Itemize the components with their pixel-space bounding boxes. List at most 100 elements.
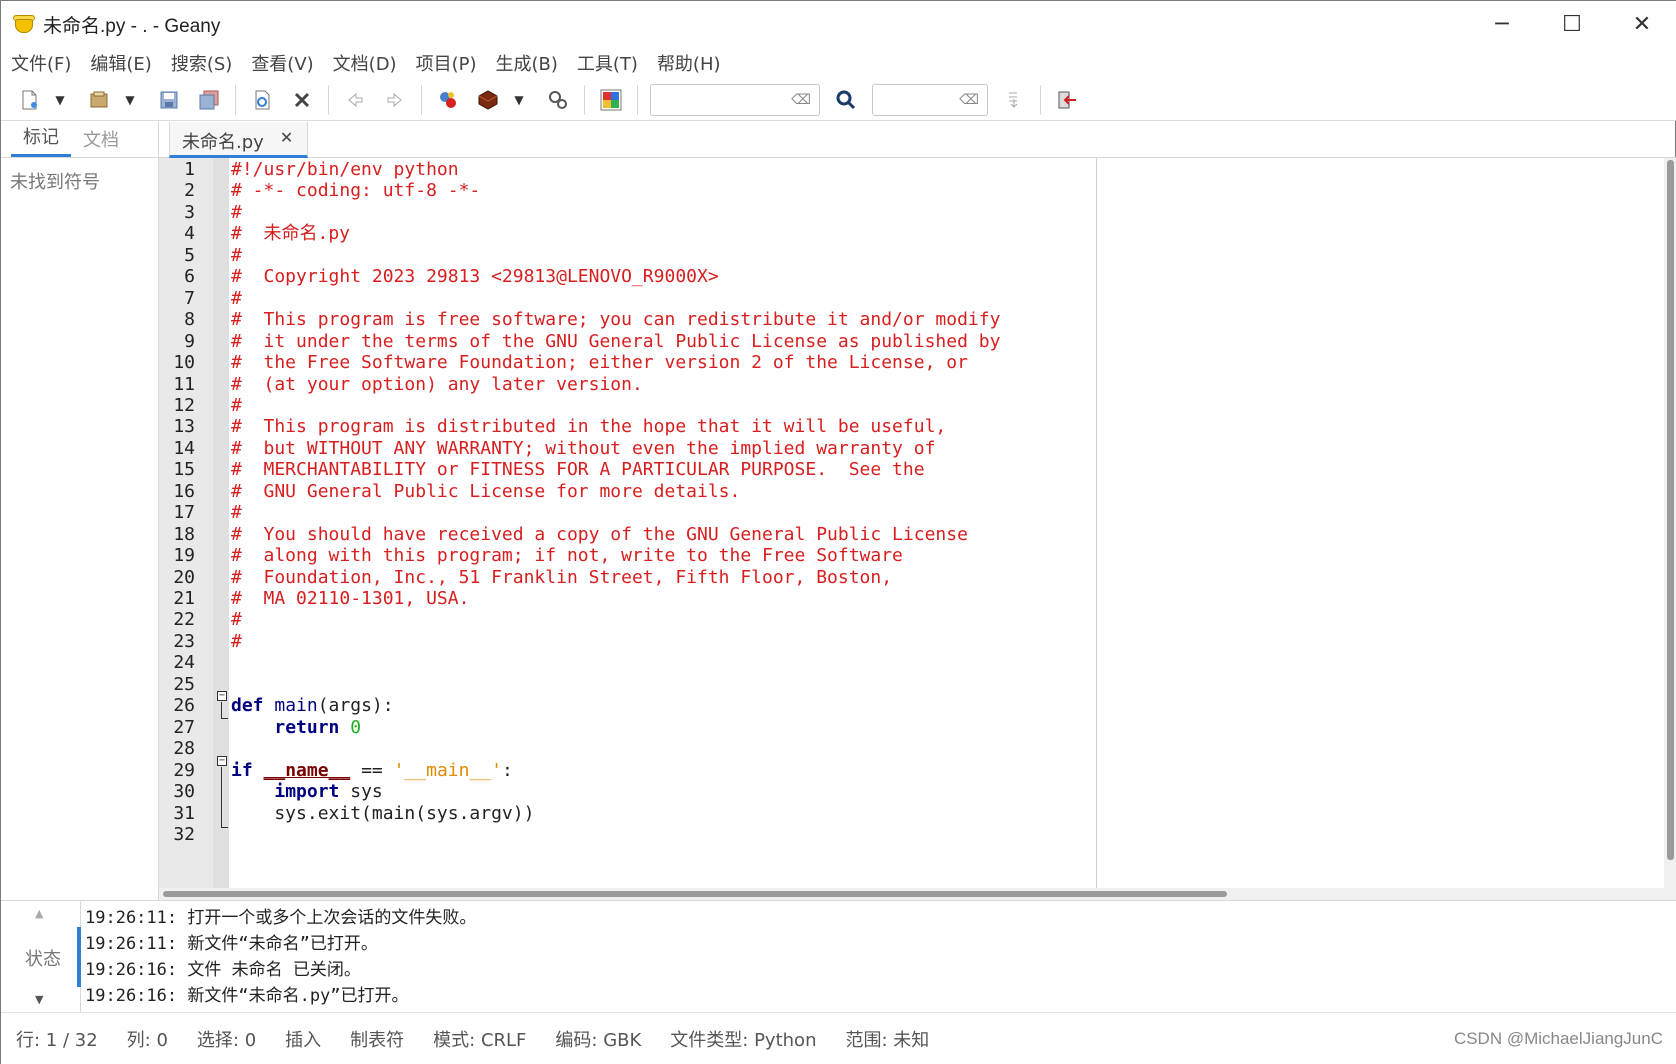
code-line: 21 # MA 02110-1301, USA. bbox=[159, 587, 1664, 610]
code-text: # (at your option) any later version. bbox=[231, 373, 643, 396]
vertical-scrollbar[interactable] bbox=[1664, 158, 1676, 888]
code-token: # This program is free software; you can… bbox=[231, 309, 1001, 331]
menu-edit[interactable]: 编辑(E) bbox=[80, 50, 160, 76]
code-token: # bbox=[231, 394, 242, 416]
run-icon[interactable] bbox=[538, 82, 578, 118]
status-selection: 选择: 0 bbox=[196, 1030, 257, 1051]
code-text: # MERCHANTABILITY or FITNESS FOR A PARTI… bbox=[231, 458, 925, 481]
geany-window: 未命名.py - . - Geany ─ ☐ ✕ 文件(F) 编辑(E) 搜索(… bbox=[0, 0, 1676, 1064]
menu-view[interactable]: 查看(V) bbox=[241, 50, 322, 76]
code-line: 30 import sys bbox=[159, 780, 1664, 803]
code-text: # You should have received a copy of the… bbox=[231, 523, 968, 546]
close-file-icon[interactable] bbox=[282, 82, 322, 118]
maximize-button[interactable]: ☐ bbox=[1537, 1, 1607, 47]
minimize-button[interactable]: ─ bbox=[1467, 1, 1537, 47]
code-token: # Foundation, Inc., 51 Franklin Street, … bbox=[231, 566, 893, 588]
code-token: # GNU General Public License for more de… bbox=[231, 480, 741, 502]
build-dropdown-icon[interactable]: ▼ bbox=[508, 82, 530, 118]
clear-search-icon[interactable]: ⌫ bbox=[791, 92, 811, 108]
line-number: 12 bbox=[173, 394, 195, 416]
horizontal-scroll-thumb[interactable] bbox=[163, 891, 1227, 897]
vertical-scroll-thumb[interactable] bbox=[1667, 160, 1674, 860]
code-line: 13 # This program is distributed in the h… bbox=[159, 415, 1664, 438]
build-icon[interactable] bbox=[468, 82, 508, 118]
code-token: # This program is distributed in the hop… bbox=[231, 416, 947, 438]
save-icon[interactable] bbox=[149, 82, 189, 118]
window-title: 未命名.py - . - Geany bbox=[43, 15, 221, 37]
forward-icon[interactable] bbox=[375, 82, 415, 118]
code-token: sys.exit(main(sys.argv)) bbox=[231, 802, 535, 824]
menu-search[interactable]: 搜索(S) bbox=[161, 50, 241, 76]
code-token: main bbox=[274, 695, 318, 717]
code-token: : bbox=[501, 759, 513, 781]
horizontal-scrollbar[interactable] bbox=[159, 888, 1676, 900]
jump-to-line-icon[interactable] bbox=[994, 82, 1034, 118]
open-file-icon[interactable] bbox=[79, 82, 119, 118]
save-all-icon[interactable] bbox=[189, 82, 229, 118]
code-text: # bbox=[231, 630, 242, 653]
fold-toggle-icon[interactable]: − bbox=[217, 756, 227, 766]
tab-documents[interactable]: 文档 bbox=[71, 126, 131, 157]
menu-tools[interactable]: 工具(T) bbox=[567, 50, 647, 76]
toolbar-separator bbox=[421, 84, 422, 115]
code-line: 6 # Copyright 2023 29813 <29813@LENOVO_R9… bbox=[159, 265, 1664, 288]
scroll-up-icon[interactable]: ▲ bbox=[35, 907, 43, 920]
line-number: 16 bbox=[173, 480, 195, 502]
code-text: # MA 02110-1301, USA. bbox=[231, 587, 469, 610]
goto-line-input[interactable]: ⌫ bbox=[872, 83, 988, 116]
open-file-dropdown-icon[interactable]: ▼ bbox=[119, 82, 141, 118]
menu-build[interactable]: 生成(B) bbox=[485, 50, 566, 76]
code-token: # it under the terms of the GNU General … bbox=[231, 330, 1001, 352]
menu-document[interactable]: 文档(D) bbox=[323, 50, 406, 76]
tab-untitled-py[interactable]: 未命名.py ✕ bbox=[169, 122, 309, 158]
tab-status[interactable]: 状态 bbox=[25, 945, 61, 971]
no-symbols-text: 未找到符号 bbox=[10, 172, 100, 193]
fold-guide bbox=[221, 702, 222, 718]
find-icon[interactable] bbox=[826, 82, 866, 118]
reload-icon[interactable] bbox=[242, 82, 282, 118]
tab-symbols[interactable]: 标记 bbox=[11, 123, 71, 157]
quit-icon[interactable] bbox=[1047, 82, 1087, 118]
code-line: 4 # 未命名.py bbox=[159, 222, 1664, 245]
code-line: 24 bbox=[159, 651, 1664, 674]
code-line: 12 # bbox=[159, 394, 1664, 417]
fold-toggle-icon[interactable]: − bbox=[217, 691, 227, 701]
menu-file[interactable]: 文件(F) bbox=[1, 50, 80, 76]
fold-guide-end bbox=[221, 718, 228, 719]
menu-help[interactable]: 帮助(H) bbox=[647, 50, 730, 76]
clear-goto-icon[interactable]: ⌫ bbox=[959, 92, 979, 108]
code-token: '__main__' bbox=[393, 759, 502, 781]
search-input[interactable]: ⌫ bbox=[650, 83, 820, 116]
code-text: def main(args): bbox=[231, 694, 394, 717]
close-tab-icon[interactable]: ✕ bbox=[280, 128, 293, 147]
code-token: # You should have received a copy of the… bbox=[231, 523, 968, 545]
code-line: 20 # Foundation, Inc., 51 Franklin Street… bbox=[159, 566, 1664, 589]
code-text: # This program is free software; you can… bbox=[231, 308, 1000, 331]
back-icon[interactable] bbox=[335, 82, 375, 118]
code-token: # MERCHANTABILITY or FITNESS FOR A PARTI… bbox=[231, 459, 925, 481]
new-file-dropdown-icon[interactable]: ▼ bbox=[49, 82, 71, 118]
code-token: def bbox=[231, 695, 264, 717]
line-number: 32 bbox=[173, 823, 195, 845]
color-chooser-icon[interactable] bbox=[591, 82, 631, 118]
code-line: 16 # GNU General Public License for more … bbox=[159, 480, 1664, 503]
code-token: # bbox=[231, 201, 242, 223]
scroll-down-icon[interactable]: ▼ bbox=[35, 993, 43, 1006]
code-line: 11 # (at your option) any later version. bbox=[159, 373, 1664, 396]
status-message-list: 19:26:11: 打开一个或多个上次会话的文件失败。 19:26:11: 新文… bbox=[85, 905, 1645, 1009]
close-window-button[interactable]: ✕ bbox=[1607, 1, 1676, 47]
code-editor[interactable]: 1 #!/usr/bin/env python 2 # -*- coding: utf… bbox=[159, 158, 1664, 888]
compile-icon[interactable] bbox=[428, 82, 468, 118]
new-file-icon[interactable] bbox=[9, 82, 49, 118]
status-scope: 范围: 未知 bbox=[845, 1030, 930, 1051]
line-number: 29 bbox=[173, 759, 195, 781]
window-controls: ─ ☐ ✕ bbox=[1467, 1, 1676, 47]
code-text: # -*- coding: utf-8 -*- bbox=[231, 179, 480, 202]
line-number: 22 bbox=[173, 609, 195, 631]
code-token: # (at your option) any later version. bbox=[231, 373, 643, 395]
line-number: 31 bbox=[173, 802, 195, 824]
menu-project[interactable]: 项目(P) bbox=[406, 50, 486, 76]
code-line: 32 bbox=[159, 823, 1664, 846]
line-number: 2 bbox=[184, 180, 195, 202]
